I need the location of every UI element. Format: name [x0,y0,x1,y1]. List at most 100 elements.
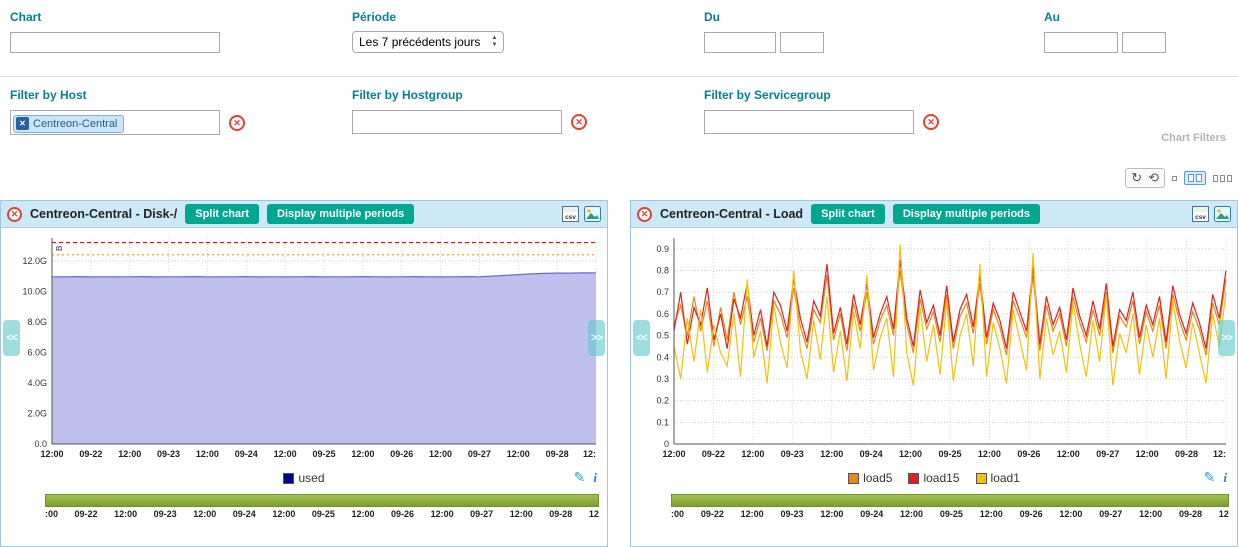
svg-text:0.2: 0.2 [656,396,669,406]
clear-host-filter-icon[interactable]: ✕ [229,115,245,131]
host-tag[interactable]: ✕ Centreon-Central [13,115,124,133]
timebar-labels: :0009-2212:0009-2312:0009-2412:0009-2512… [45,509,599,519]
svg-text:10.0G: 10.0G [22,286,47,296]
svg-text:09-26: 09-26 [390,449,413,459]
svg-text:09-24: 09-24 [860,449,883,459]
csv-export-icon[interactable]: csv [562,206,579,222]
svg-text:12:00: 12:00 [741,449,764,459]
legend-item: load1 [976,471,1020,485]
history-icon[interactable]: ⟲ [1148,170,1159,186]
au-time-input[interactable] [1122,32,1166,53]
hostgroup-input[interactable] [352,110,562,134]
timebar-tick: 09-23 [781,509,804,519]
chart-filter-input[interactable] [10,32,220,53]
svg-text:12.0G: 12.0G [22,256,47,266]
timebar-tick: :00 [45,509,58,519]
du-time-input[interactable] [780,32,824,53]
disk-usage-graph: 0.02.0G4.0G6.0G8.0G10.0G12.0G12:0009-221… [4,228,604,462]
svg-text:4.0G: 4.0G [27,378,47,388]
view-toolbar: ↻ ⟲ [1125,168,1232,188]
legend: load5load15load1 [848,471,1020,485]
three-column-view-icon[interactable] [1213,175,1232,182]
filter-by-host-label: Filter by Host [10,88,245,102]
legend-swatch [848,473,859,484]
csv-export-icon[interactable]: csv [1192,206,1209,222]
timebar-tick: 12:00 [272,509,295,519]
timebar-tick: 12:00 [741,509,764,519]
legend-swatch [283,473,294,484]
timebar-tick: 09-24 [233,509,256,519]
edit-icon[interactable]: ✎ [574,469,586,486]
timebar[interactable] [45,494,599,507]
clear-hostgroup-filter-icon[interactable]: ✕ [571,114,587,130]
close-chart-icon[interactable]: ✕ [7,207,22,222]
two-column-view-icon[interactable] [1184,171,1206,185]
scroll-right-button[interactable]: >> [588,320,605,356]
filter-by-hostgroup-label: Filter by Hostgroup [352,88,587,102]
svg-text:12:00: 12:00 [274,449,297,459]
timebar-tick: 12:00 [1139,509,1162,519]
svg-text:0: 0 [664,439,669,449]
svg-text:12:00: 12:00 [1057,449,1080,459]
chart-filters-caption: Chart Filters [1161,132,1226,144]
svg-text:0.8: 0.8 [656,266,669,276]
refresh-icon[interactable]: ↻ [1131,170,1142,186]
svg-text:0.7: 0.7 [656,287,669,297]
svg-text:09-25: 09-25 [938,449,961,459]
du-date-input[interactable] [704,32,776,53]
host-filter-box[interactable]: ✕ Centreon-Central [10,110,220,135]
periode-label: Période [352,10,504,24]
svg-text:12:00: 12:00 [351,449,374,459]
periode-select[interactable]: Les 7 précédents jours [352,31,504,53]
display-multiple-periods-button[interactable]: Display multiple periods [267,204,414,224]
tag-remove-icon[interactable]: ✕ [16,117,29,130]
scroll-right-button[interactable]: >> [1218,320,1235,356]
svg-text:2.0G: 2.0G [27,408,47,418]
timebar-tick: 09-26 [391,509,414,519]
info-icon[interactable]: i [593,470,597,486]
svg-text:0.1: 0.1 [656,417,669,427]
clear-servicegroup-filter-icon[interactable]: ✕ [923,114,939,130]
svg-text:12:: 12: [583,449,596,459]
svg-text:12:00: 12:00 [899,449,922,459]
info-icon[interactable]: i [1223,470,1227,486]
image-export-icon[interactable] [584,206,601,222]
timebar[interactable] [671,494,1229,507]
svg-text:12:00: 12:00 [196,449,219,459]
svg-text:09-22: 09-22 [702,449,725,459]
timebar-labels: :0009-2212:0009-2312:0009-2412:0009-2512… [671,509,1229,519]
split-chart-button[interactable]: Split chart [185,204,259,224]
timebar-tick: 12 [589,509,599,519]
display-multiple-periods-button[interactable]: Display multiple periods [893,204,1040,224]
chart-title: Centreon-Central - Load [660,207,803,221]
chart-panel: ✕ Centreon-Central - Load Split chart Di… [630,200,1238,547]
svg-text:0.3: 0.3 [656,374,669,384]
svg-text:0.5: 0.5 [656,331,669,341]
split-chart-button[interactable]: Split chart [811,204,885,224]
chart-title: Centreon-Central - Disk-/ [30,207,177,221]
panel-header: ✕ Centreon-Central - Load Split chart Di… [631,201,1237,228]
close-chart-icon[interactable]: ✕ [637,207,652,222]
timebar-tick: :00 [671,509,684,519]
divider [0,76,1238,77]
au-date-input[interactable] [1044,32,1118,53]
single-column-view-icon[interactable] [1172,176,1177,181]
scroll-left-button[interactable]: << [3,320,20,356]
svg-text:12:00: 12:00 [978,449,1001,459]
legend-swatch [908,473,919,484]
edit-icon[interactable]: ✎ [1204,469,1216,486]
legend-row: used ✎ i [1,466,607,490]
image-export-icon[interactable] [1214,206,1231,222]
load-graph: 00.10.20.30.40.50.60.70.80.912:0009-2212… [634,228,1234,462]
svg-text:09-28: 09-28 [546,449,569,459]
timebar-tick: 09-25 [312,509,335,519]
timebar-tick: 09-22 [701,509,724,519]
svg-text:12:: 12: [1213,449,1226,459]
timebar-tick: 09-23 [154,509,177,519]
timebar-tick: 09-24 [860,509,883,519]
svg-text:12:00: 12:00 [1136,449,1159,459]
timebar-tick: 12:00 [820,509,843,519]
scroll-left-button[interactable]: << [633,320,650,356]
host-tag-label: Centreon-Central [33,118,117,130]
servicegroup-input[interactable] [704,110,914,134]
